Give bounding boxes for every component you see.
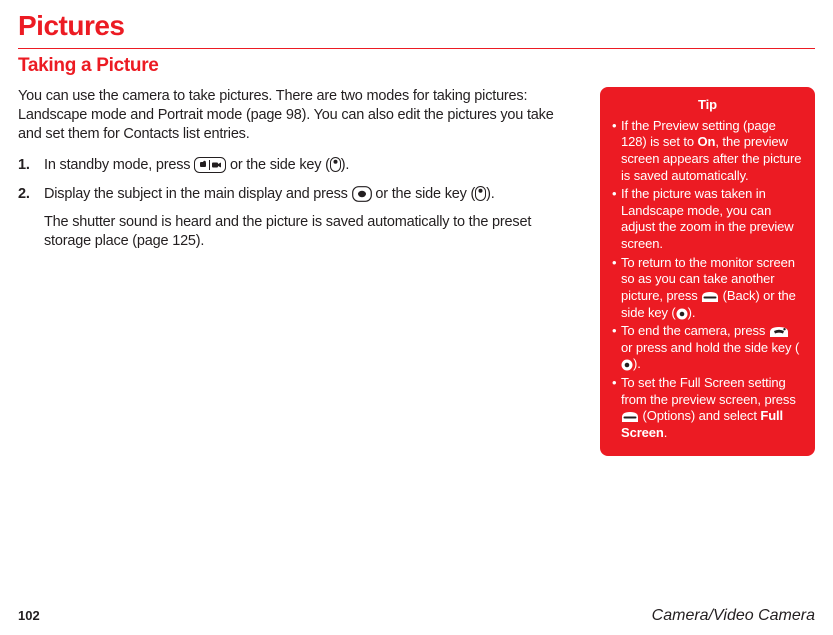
end-key-icon — [769, 326, 789, 338]
main-column: You can use the camera to take pictures.… — [18, 87, 580, 262]
step-text: ). — [486, 186, 494, 202]
tip-text: To set the Full Screen setting from the … — [621, 375, 796, 407]
section-heading: Taking a Picture — [18, 55, 815, 77]
center-key-icon — [352, 186, 372, 202]
tip-item: To end the camera, press or press and ho… — [612, 323, 803, 373]
side-key-icon — [330, 157, 341, 172]
page-footer: 102 Camera/Video Camera — [18, 607, 815, 625]
intro-paragraph: You can use the camera to take pictures.… — [18, 87, 580, 144]
step-number: 1. — [18, 156, 44, 176]
step-1: 1. In standby mode, press or the side ke… — [18, 156, 580, 176]
section-divider — [18, 48, 815, 49]
tip-item: If the Preview setting (page 128) is set… — [612, 118, 803, 185]
tip-box: Tip If the Preview setting (page 128) is… — [600, 87, 815, 456]
tip-text: To end the camera, press — [621, 323, 769, 338]
tip-text: ). — [688, 305, 696, 320]
page-title: Pictures — [18, 10, 815, 42]
tip-heading: Tip — [612, 97, 803, 114]
camera-side-icon — [621, 359, 633, 371]
step-2: 2. Display the subject in the main displ… — [18, 185, 580, 252]
tip-text: ). — [633, 356, 641, 371]
tip-item: To return to the monitor screen so as yo… — [612, 255, 803, 322]
step-number: 2. — [18, 185, 44, 252]
step-text: or the side key ( — [372, 186, 476, 202]
step-text: In standby mode, press — [44, 157, 194, 173]
step-text: Display the subject in the main display … — [44, 186, 352, 202]
soft-key-icon — [701, 291, 719, 303]
camera-side-icon — [676, 308, 688, 320]
tip-text: . — [664, 425, 668, 440]
tip-item: To set the Full Screen setting from the … — [612, 375, 803, 442]
tip-bold: On — [698, 134, 716, 149]
chapter-title: Camera/Video Camera — [652, 607, 815, 625]
side-key-icon — [475, 186, 486, 201]
soft-key-icon — [621, 411, 639, 423]
tip-text: (Options) and select — [639, 408, 760, 423]
step-text: ). — [341, 157, 349, 173]
step-after-text: The shutter sound is heard and the pictu… — [44, 213, 580, 252]
tip-text: or press and hold the side key ( — [621, 340, 799, 355]
page-number: 102 — [18, 608, 40, 623]
step-text: or the side key ( — [226, 157, 330, 173]
tip-item: If the picture was taken in Landscape mo… — [612, 186, 803, 253]
tip-text: If the picture was taken in Landscape mo… — [621, 186, 794, 251]
camera-video-key-icon — [194, 157, 226, 173]
